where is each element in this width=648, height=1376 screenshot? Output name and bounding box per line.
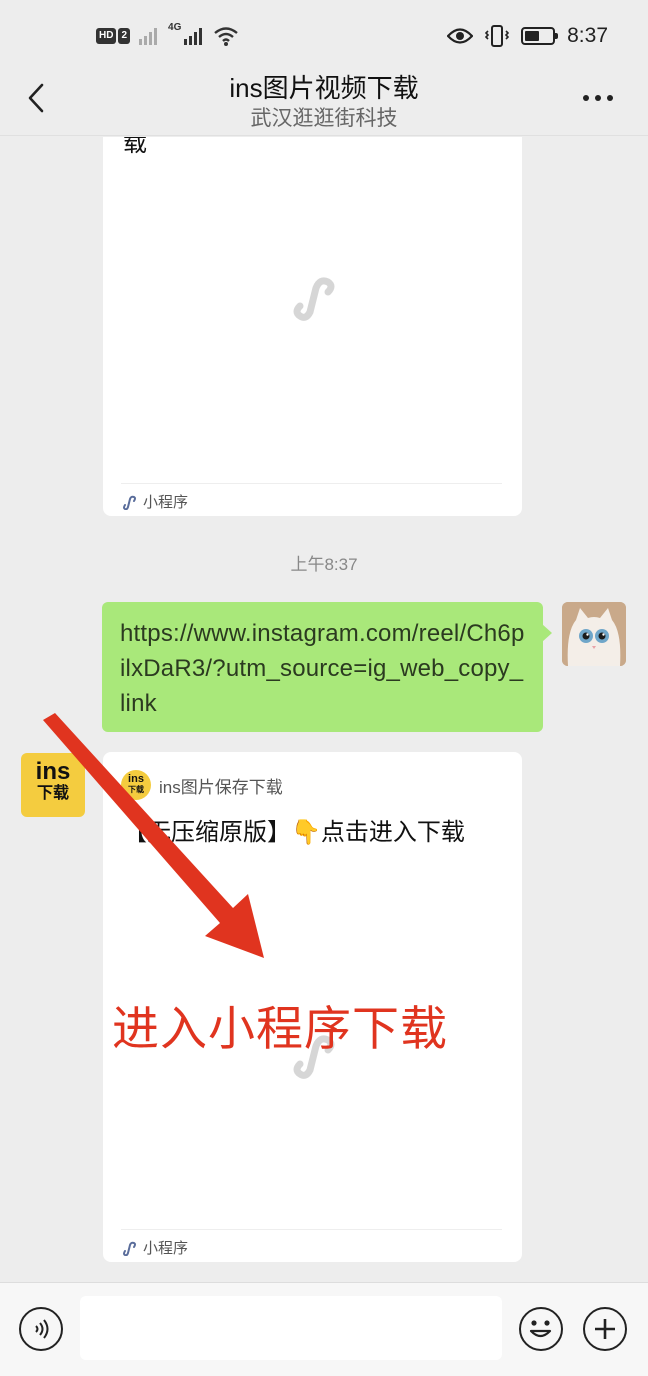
hd-label: HD <box>96 28 117 44</box>
message-timestamp: 上午8:37 <box>290 555 358 574</box>
hd-indicator: HD 2 <box>96 28 131 44</box>
status-right: 8:37 <box>447 22 608 50</box>
plus-button[interactable] <box>583 1307 627 1351</box>
plus-icon <box>595 1319 615 1339</box>
sent-message-bubble[interactable]: https://www.instagram.com/reel/Ch6pilxDa… <box>102 602 552 732</box>
cat-avatar-icon <box>562 602 626 666</box>
status-left: HD 2 4G <box>96 22 239 50</box>
card-footer: 小程序 <box>121 483 502 515</box>
bot-avatar[interactable]: ins 下载 <box>21 753 85 817</box>
card-source: ins 下载 ins图片保存下载 <box>121 770 283 800</box>
page-title: ins图片视频下载 <box>229 73 419 103</box>
emoji-icon <box>529 1320 552 1338</box>
source-name: ins图片保存下载 <box>159 777 283 797</box>
source-icon: ins 下载 <box>121 770 151 800</box>
battery-fill <box>525 31 540 41</box>
battery-icon <box>521 27 559 45</box>
user-avatar[interactable] <box>562 602 626 666</box>
chat-header: ins图片视频下载 武汉逛逛街科技 <box>0 68 648 136</box>
card-footer: 小程序 <box>121 1229 502 1261</box>
input-bar <box>0 1282 648 1376</box>
status-time: 8:37 <box>567 24 608 47</box>
network-label: 4G <box>168 22 182 33</box>
sent-link-text[interactable]: https://www.instagram.com/reel/Ch6pilxDa… <box>120 616 525 721</box>
chat-area[interactable]: 载 小程序 上午8:37 https://www.instagram.com/r… <box>0 137 648 1280</box>
card-footer-label: 小程序 <box>143 494 189 511</box>
mini-program-icon <box>293 277 335 321</box>
wifi-icon <box>214 27 239 46</box>
eye-icon <box>447 28 474 44</box>
voice-icon <box>35 1319 49 1339</box>
signal-icon <box>139 28 158 45</box>
card-footer-label: 小程序 <box>143 1240 189 1257</box>
status-bar: HD 2 4G 8:37 <box>0 0 648 68</box>
mini-program-icon <box>123 495 136 510</box>
bot-avatar-line2: 下载 <box>36 785 69 802</box>
vibrate-icon <box>485 25 510 47</box>
mini-program-card[interactable]: 载 小程序 <box>103 137 522 516</box>
more-icon <box>583 95 613 101</box>
sim-label: 2 <box>118 28 131 44</box>
card-description: 载 <box>123 137 147 157</box>
signal-icon <box>184 28 203 45</box>
card-description: 【无压缩原版】👇点击进入下载 <box>123 819 465 846</box>
source-icon-line2: 下载 <box>128 785 144 794</box>
voice-button[interactable] <box>19 1307 63 1351</box>
page-subtitle: 武汉逛逛街科技 <box>250 107 398 130</box>
more-button[interactable] <box>578 88 618 108</box>
bot-avatar-line1: ins <box>35 758 71 785</box>
emoji-button[interactable] <box>519 1307 563 1351</box>
message-input[interactable] <box>80 1296 502 1360</box>
annotation-text: 进入小程序下载 <box>112 1002 448 1055</box>
mini-program-icon <box>123 1241 136 1256</box>
source-icon-line1: ins <box>128 773 144 785</box>
